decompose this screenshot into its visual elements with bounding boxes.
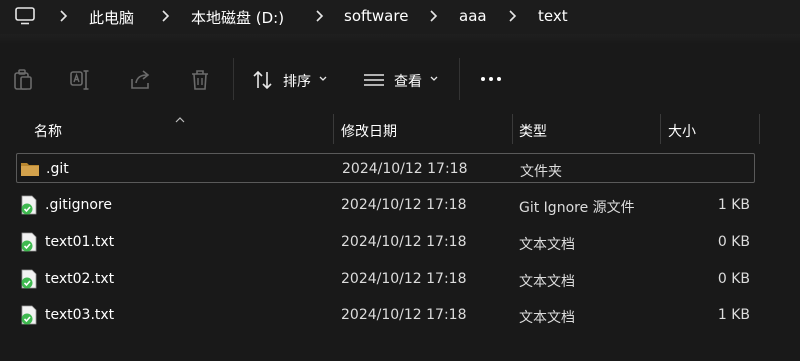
share-icon[interactable] [128,67,154,93]
chevron-right-icon[interactable] [428,9,438,23]
view-button[interactable]: 查看 [394,71,422,91]
chevron-right-icon[interactable] [507,9,517,23]
column-header-name[interactable]: 名称 [34,121,62,141]
sort-ascending-icon [175,117,185,123]
column-divider[interactable] [512,114,513,144]
column-header-row: 名称 修改日期 类型 大小 [0,114,800,144]
file-name: .git [46,161,69,177]
address-bar-divider [0,34,800,44]
column-header-size[interactable]: 大小 [668,121,696,141]
folder-icon [21,163,39,176]
file-size: 0 KB [717,271,750,287]
file-size: 0 KB [717,234,750,250]
chevron-right-icon[interactable] [314,9,324,23]
file-name: .gitignore [45,197,112,213]
sort-icon[interactable] [250,67,276,93]
breadcrumb-aaa[interactable]: aaa [459,7,487,25]
file-size: 1 KB [717,197,750,213]
chevron-right-icon[interactable] [160,9,170,23]
git-file-icon [21,195,37,215]
rename-icon[interactable] [68,67,94,93]
more-options-icon[interactable] [478,74,506,84]
git-file-icon [21,305,37,325]
column-header-modified[interactable]: 修改日期 [341,121,397,141]
command-bar: 排序 查看 [0,44,800,114]
file-name: text02.txt [45,271,115,287]
file-modified: 2024/10/12 17:18 [341,307,467,323]
file-size: 1 KB [717,307,750,323]
file-type: 文本文档 [519,310,575,326]
file-modified: 2024/10/12 17:18 [341,271,467,287]
git-file-icon [21,232,37,252]
file-modified: 2024/10/12 17:18 [341,197,467,213]
file-row[interactable]: text03.txt 2024/10/12 17:18 文本文档 1 KB [16,300,755,330]
file-modified: 2024/10/12 17:18 [341,234,467,250]
address-bar[interactable]: 此电脑 本地磁盘 (D:) software aaa text [0,0,800,34]
this-pc-icon[interactable] [14,6,36,26]
breadcrumb-this-pc[interactable]: 此电脑 [89,7,134,28]
delete-icon[interactable] [187,67,213,93]
file-type: 文本文档 [519,237,575,253]
chevron-right-icon[interactable] [58,9,68,23]
file-name: text01.txt [45,234,115,250]
breadcrumb-software[interactable]: software [344,7,408,25]
column-divider[interactable] [759,114,760,144]
sort-button[interactable]: 排序 [283,71,311,91]
chevron-down-icon[interactable] [429,75,439,83]
file-row[interactable]: text01.txt 2024/10/12 17:18 文本文档 0 KB [16,227,755,257]
toolbar-separator [459,58,460,100]
toolbar-separator [233,58,234,100]
file-row[interactable]: .git 2024/10/12 17:18 文件夹 [16,153,755,183]
git-file-icon [21,269,37,289]
file-type: 文本文档 [519,274,575,290]
file-name: text03.txt [45,307,115,323]
breadcrumb-drive-d[interactable]: 本地磁盘 (D:) [191,7,284,28]
copy-icon[interactable] [10,67,36,93]
breadcrumb-text[interactable]: text [538,7,568,25]
file-type: Git Ignore 源文件 [519,200,635,216]
file-type: 文件夹 [520,164,562,180]
file-row[interactable]: .gitignore 2024/10/12 17:18 Git Ignore 源… [16,190,755,220]
chevron-down-icon[interactable] [318,75,328,83]
column-divider[interactable] [333,114,334,144]
column-divider[interactable] [660,114,661,144]
column-header-type[interactable]: 类型 [519,121,547,141]
view-icon[interactable] [361,67,387,93]
file-modified: 2024/10/12 17:18 [342,161,468,177]
file-row[interactable]: text02.txt 2024/10/12 17:18 文本文档 0 KB [16,264,755,294]
